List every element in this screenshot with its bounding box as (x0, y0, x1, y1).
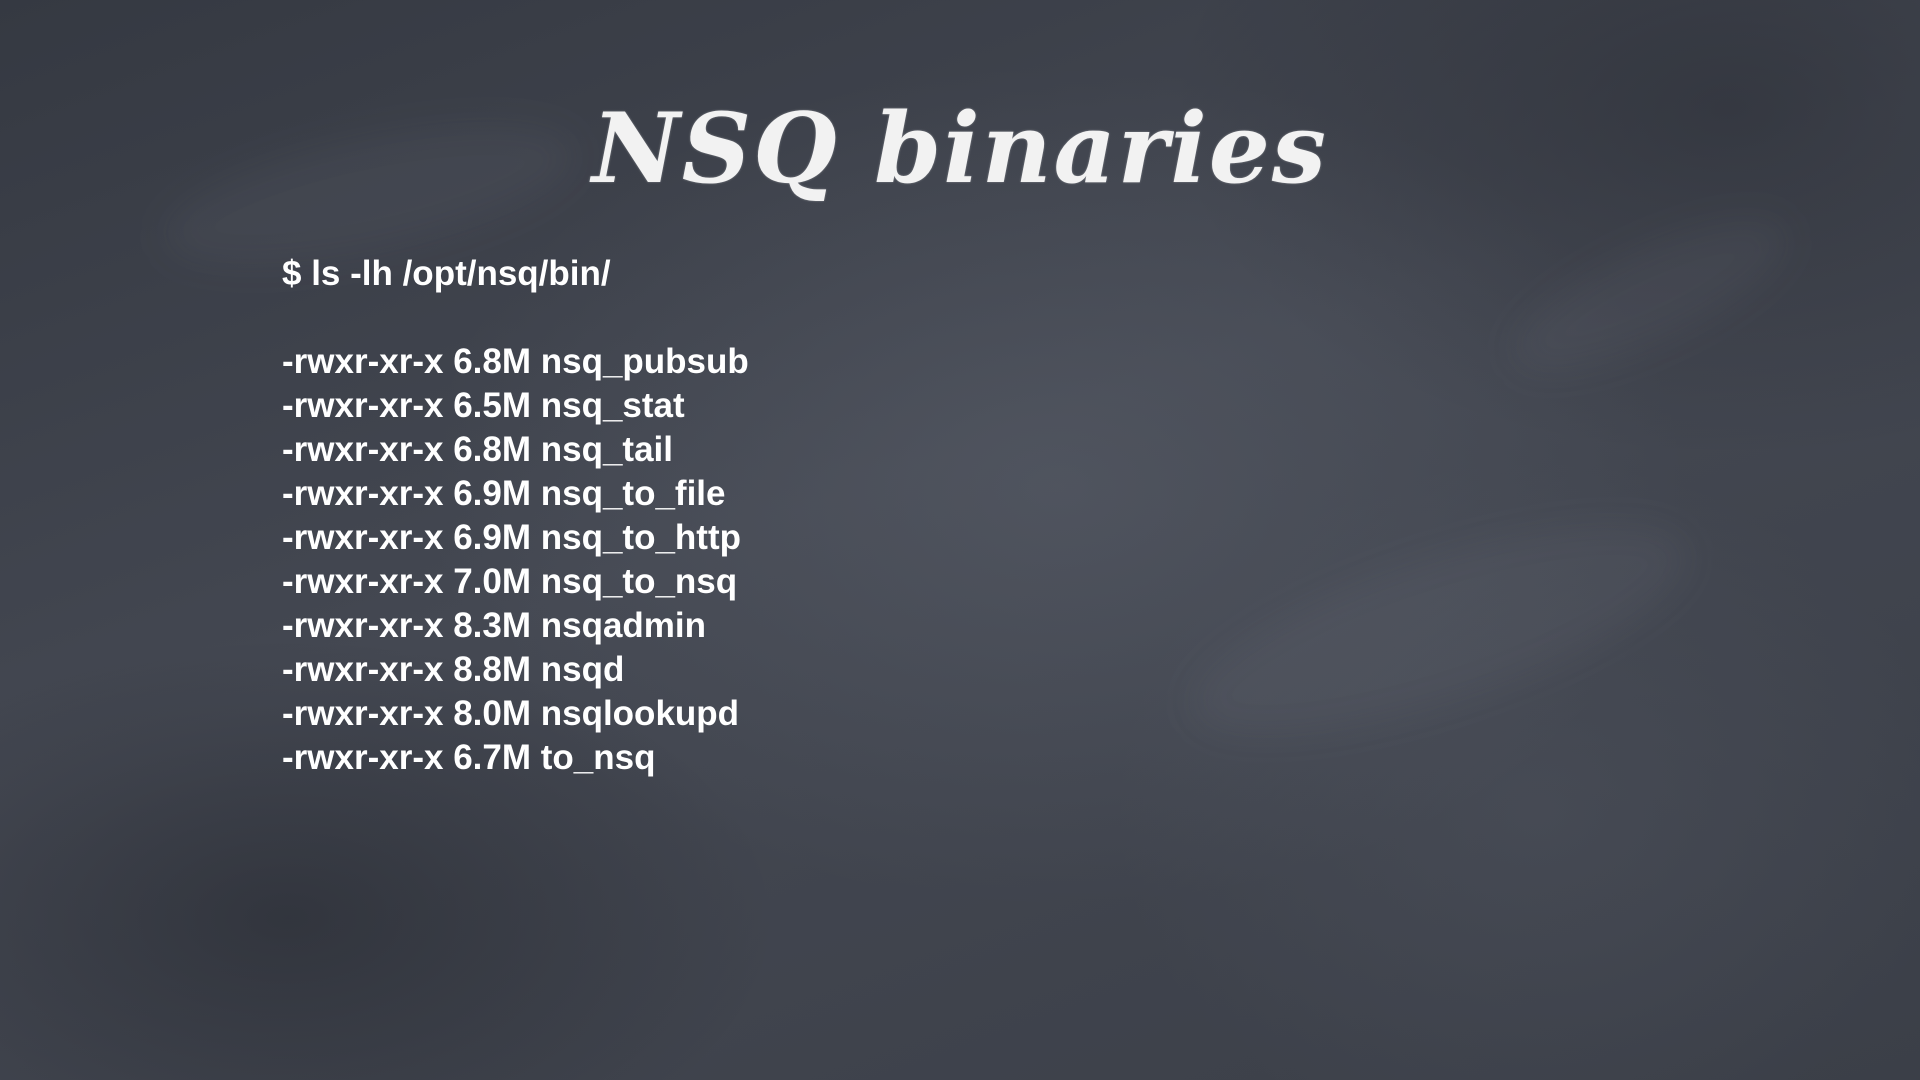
file-permissions: -rwxr-xr-x (282, 650, 444, 689)
list-item: -rwxr-xr-x 8.0M nsqlookupd (282, 692, 749, 736)
slide: NSQ binaries $ ls -lh /opt/nsq/bin/ -rwx… (0, 0, 1920, 1080)
file-size: 6.7M (453, 738, 531, 777)
file-size: 6.9M (453, 518, 531, 557)
terminal-output: $ ls -lh /opt/nsq/bin/ -rwxr-xr-x 6.8M n… (282, 252, 749, 780)
file-permissions: -rwxr-xr-x (282, 518, 444, 557)
file-permissions: -rwxr-xr-x (282, 694, 444, 733)
file-permissions: -rwxr-xr-x (282, 342, 444, 381)
file-name: nsq_pubsub (540, 342, 749, 381)
file-size: 7.0M (453, 562, 531, 601)
file-permissions: -rwxr-xr-x (282, 606, 444, 645)
file-permissions: -rwxr-xr-x (282, 738, 444, 777)
file-size: 6.8M (453, 430, 531, 469)
list-item: -rwxr-xr-x 6.7M to_nsq (282, 736, 749, 780)
file-name: to_nsq (540, 738, 656, 777)
list-item: -rwxr-xr-x 8.8M nsqd (282, 648, 749, 692)
file-size: 6.8M (453, 342, 531, 381)
file-name: nsq_to_nsq (540, 562, 738, 601)
file-name: nsq_to_file (540, 474, 726, 513)
list-item: -rwxr-xr-x 6.9M nsq_to_http (282, 516, 749, 560)
file-permissions: -rwxr-xr-x (282, 430, 444, 469)
file-name: nsqadmin (540, 606, 707, 645)
slide-title: NSQ binaries (592, 92, 1328, 205)
list-item: -rwxr-xr-x 6.9M nsq_to_file (282, 472, 749, 516)
file-permissions: -rwxr-xr-x (282, 386, 444, 425)
file-size: 8.8M (453, 650, 531, 689)
file-size: 8.3M (453, 606, 531, 645)
file-size: 8.0M (453, 694, 531, 733)
file-listing: -rwxr-xr-x 6.8M nsq_pubsub -rwxr-xr-x 6.… (282, 340, 749, 780)
list-item: -rwxr-xr-x 6.8M nsq_tail (282, 428, 749, 472)
file-name: nsq_stat (540, 386, 685, 425)
file-size: 6.5M (453, 386, 531, 425)
list-item: -rwxr-xr-x 7.0M nsq_to_nsq (282, 560, 749, 604)
file-permissions: -rwxr-xr-x (282, 562, 444, 601)
list-item: -rwxr-xr-x 8.3M nsqadmin (282, 604, 749, 648)
file-permissions: -rwxr-xr-x (282, 474, 444, 513)
file-name: nsq_tail (540, 430, 673, 469)
file-name: nsqlookupd (540, 694, 740, 733)
shell-command: $ ls -lh /opt/nsq/bin/ (282, 254, 611, 293)
file-name: nsqd (540, 650, 625, 689)
list-item: -rwxr-xr-x 6.5M nsq_stat (282, 384, 749, 428)
file-size: 6.9M (453, 474, 531, 513)
file-name: nsq_to_http (540, 518, 741, 557)
list-item: -rwxr-xr-x 6.8M nsq_pubsub (282, 340, 749, 384)
